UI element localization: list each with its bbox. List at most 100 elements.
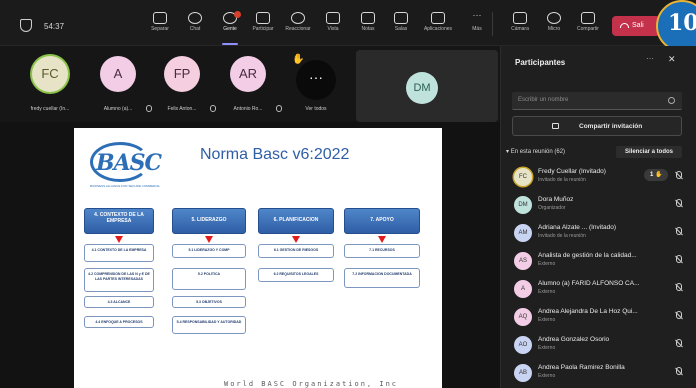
requirement-box: 7.1 RECURSOS [344, 244, 420, 258]
participant-tile[interactable]: A Alumno (a)... [90, 52, 152, 116]
notes-icon [361, 12, 375, 24]
react-icon [291, 12, 305, 24]
requirement-box: 4.1 CONTEXTO DE LA EMPRESA [84, 244, 154, 262]
separate-button[interactable]: Separar [142, 8, 178, 42]
search-icon [668, 97, 675, 104]
mute-all-button[interactable]: Silenciar a todos [616, 146, 682, 158]
requirement-box: 5.3 OBJETIVOS [172, 296, 246, 308]
participant-name: Dora Muñoz [538, 196, 574, 203]
mic-off-icon[interactable] [676, 255, 682, 263]
panel-more-icon[interactable]: ··· [646, 54, 654, 63]
leave-label: Sali [632, 22, 644, 29]
participant-name: Antonio Ro... [233, 106, 263, 112]
participant-role: Organizador [538, 205, 566, 211]
participant-row[interactable]: AS Analista de gestión de la calidad... … [514, 250, 690, 276]
chat-icon [188, 12, 202, 24]
mic-off-icon[interactable] [676, 311, 682, 319]
participant-row[interactable]: AO Andrea Gonzalez Osorio Externo [514, 334, 690, 360]
mic-off-icon[interactable] [676, 283, 682, 291]
view-all-button[interactable]: ··· [296, 60, 336, 100]
share-screen-button[interactable]: Compartir [570, 8, 606, 42]
close-icon[interactable]: ✕ [668, 54, 676, 65]
participant-tile[interactable]: FC fredy cuellar (In... [22, 52, 78, 116]
requirement-box: 5.1 LIDERAZGO Y COMP [172, 244, 246, 258]
mic-off-icon[interactable] [676, 367, 682, 375]
participant-name: Andrea Gonzalez Osorio [538, 336, 610, 343]
leave-button[interactable]: Sali [612, 16, 660, 36]
view-button[interactable]: Vista [315, 8, 351, 42]
column-header: 5. LIDERAZGO [172, 208, 246, 234]
mic-off-icon[interactable] [676, 227, 682, 235]
avatar: AR [230, 56, 266, 92]
notes-button[interactable]: Notas [350, 8, 386, 42]
rooms-icon [394, 12, 408, 24]
more-button[interactable]: ··· Más [459, 8, 495, 42]
participant-tile[interactable]: FP Felix Anton... [154, 52, 216, 116]
toolbar-divider [492, 12, 493, 36]
column-header: 4. CONTEXTO DE LA EMPRESA [84, 208, 154, 234]
phone-icon [620, 23, 629, 28]
participant-row[interactable]: DM Dora Muñoz Organizador [514, 194, 690, 220]
more-icon: ··· [472, 10, 482, 20]
logo-text: BASC [96, 150, 162, 176]
participant-name: Andrea Alejandra De La Hoz Qui... [538, 308, 638, 315]
participant-search-input[interactable]: Escribir un nombre [512, 92, 682, 110]
participant-row[interactable]: AM Adriana Alzate ... (Invitado) Invitad… [514, 222, 690, 248]
avatar: A [514, 280, 532, 298]
react-button[interactable]: Reaccionar [280, 8, 316, 42]
column-header: 7. APOYO [344, 208, 420, 234]
raised-hand-badge: 1 ✋ [644, 169, 668, 181]
avatar: AS [514, 252, 532, 270]
participant-row[interactable]: AQ Andrea Alejandra De La Hoz Qui... Ext… [514, 306, 690, 332]
requirement-box: 5.4 RESPONSABILIDAD Y AUTORIDAD [172, 316, 246, 334]
avatar: FC [32, 56, 68, 92]
participant-role: Externo [538, 289, 556, 295]
avatar: A [100, 56, 136, 92]
avatar: AO [514, 336, 532, 354]
participant-row[interactable]: AB Andrea Paola Ramirez Bonilla Externo [514, 362, 690, 388]
mic-off-icon[interactable] [676, 339, 682, 347]
apps-button[interactable]: Aplicaciones [420, 8, 456, 42]
mic-off-icon[interactable] [676, 199, 682, 207]
mic-off-icon[interactable] [676, 171, 682, 179]
avatar: AB [514, 364, 532, 382]
corner-badge: 10 [656, 0, 696, 52]
participant-role: Invitado de la reunión [538, 233, 586, 239]
meeting-toolbar: 54:37 Separar Chat Gente Participar Reac… [0, 0, 696, 52]
participant-role: Invitado de la reunión [538, 177, 586, 183]
participant-name: Adriana Alzate ... (Invitado) [538, 224, 617, 231]
participant-name: Felix Anton... [167, 106, 197, 112]
rooms-button[interactable]: Salas [383, 8, 419, 42]
apps-icon [431, 12, 445, 24]
share-icon [581, 12, 595, 24]
down-arrow-icon [378, 236, 386, 243]
participant-role: Externo [538, 345, 556, 351]
participant-tile[interactable]: AR Antonio Ro... [220, 52, 282, 116]
corner-badge-text: 10 [668, 10, 696, 36]
share-invite-button[interactable]: Compartir invitación [512, 116, 682, 136]
requirement-box: 6.1 GESTION DE RIESGOS [258, 244, 334, 258]
avatar: AQ [514, 308, 532, 326]
requirement-box: 6.2 REQUISITOS LEGALES [258, 268, 334, 282]
mic-button[interactable]: Micro [536, 8, 572, 42]
participant-name: Andrea Paola Ramirez Bonilla [538, 364, 625, 371]
column-header: 6. PLANIFICACION [258, 208, 334, 234]
avatar: FC [514, 168, 532, 186]
shared-slide: BASC BUSINESS ALLIANCE FOR SECURE COMMER… [74, 128, 442, 388]
avatar: DM [514, 196, 532, 214]
chat-button[interactable]: Chat [177, 8, 213, 42]
slide-footer: World BASC Organization, Inc [224, 380, 399, 388]
participant-row[interactable]: FC Fredy Cuellar (Invitado) Invitado de … [514, 166, 690, 192]
participant-row[interactable]: A Alumno (a) FARID ALFONSO CA... Externo [514, 278, 690, 304]
raise-hand-icon [256, 12, 270, 24]
logo-tagline: BUSINESS ALLIANCE FOR SECURE COMMERCE [90, 184, 160, 188]
participant-role: Externo [538, 261, 556, 267]
camera-button[interactable]: Cámara [502, 8, 538, 42]
raise-hand-button[interactable]: Participar [245, 8, 281, 42]
requirement-box: 4.4 ENFOQUE A PROCESOS [84, 316, 154, 328]
in-meeting-section-toggle[interactable]: ▾ En esta reunión (62) [506, 148, 565, 155]
requirement-box: 4.3 ALCANCE [84, 296, 154, 308]
share-invite-icon [552, 123, 559, 129]
people-button[interactable]: Gente [212, 8, 248, 45]
avatar: AM [514, 224, 532, 242]
